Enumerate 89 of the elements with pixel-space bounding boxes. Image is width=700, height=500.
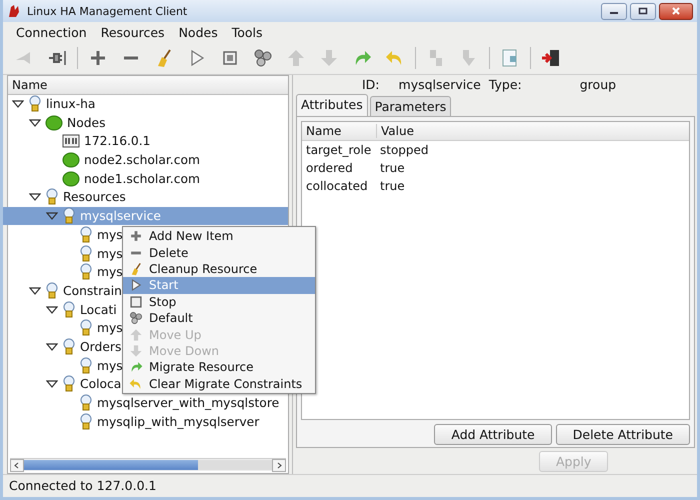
tree-item[interactable]: Locati [80,302,117,317]
tree-item[interactable]: node2.scholar.com [84,153,200,168]
table-cell-text: true [379,161,405,175]
plus-icon [129,229,143,244]
menu-item[interactable]: Default [123,310,315,326]
menu-item[interactable]: Add New Item [123,228,315,244]
window-title: Linux HA Management Client [27,4,188,18]
table-cell-text: ordered [305,161,354,175]
expander-icon[interactable] [46,340,58,353]
expander-icon[interactable] [46,378,58,390]
tree-item[interactable]: mys [97,246,123,260]
lightbulb-icon [62,338,76,356]
expander-icon[interactable] [12,98,24,110]
tree-item[interactable]: Constrain [63,284,122,298]
app-logo-icon [7,4,21,18]
lightbulb-icon [79,412,93,431]
menu-item[interactable]: Cleanup Resource [123,260,315,278]
lightbulb-icon [45,282,59,300]
column-header[interactable]: Name [8,76,288,95]
horizontal-scrollbar[interactable] [10,458,286,471]
maximize-icon [638,7,648,15]
broom-icon [129,262,143,276]
attribute-button[interactable]: Delete Attribute [556,424,690,445]
column-header[interactable]: Value [376,124,414,138]
menu-item[interactable]: Connection [9,24,94,40]
tree-item[interactable]: mys [97,321,123,336]
table-cell-text: collocated [305,179,369,193]
close-icon [671,7,681,15]
tree-item[interactable]: mys [97,358,123,373]
column-header[interactable]: Name [302,124,376,138]
lightbulb-icon [79,356,93,375]
tab[interactable]: Parameters [370,96,452,116]
server-icon [62,133,80,150]
menu-item[interactable]: Clear Migrate Constraints [123,376,315,392]
minimize-button[interactable] [601,2,627,20]
tab[interactable]: Attributes [296,94,368,116]
menu-item[interactable]: Migrate Resource [123,359,315,376]
scroll-right-icon[interactable] [272,458,286,472]
type-value: group [580,76,616,92]
lightbulb-icon [62,375,76,394]
status-dot-icon [45,114,63,131]
menu-item[interactable]: Delete [123,244,315,261]
lightbulb-icon [62,207,76,226]
menu-item[interactable]: Nodes [172,24,225,40]
expander-icon[interactable] [29,191,41,204]
tree-item[interactable]: 172.16.0.1 [84,134,150,148]
status-dot-icon [62,170,80,187]
tree-item[interactable]: node1.scholar.com [84,172,200,186]
menu-item[interactable]: Stop [123,294,315,310]
menu-item[interactable]: Tools [224,24,270,40]
id-value: mysqlservice [398,76,481,92]
play-icon [129,278,143,292]
lightbulb-icon [79,394,93,412]
lightbulb-icon [62,300,76,319]
attribute-button[interactable]: Add Attribute [434,424,552,445]
scroll-left-icon[interactable] [10,458,24,472]
table-cell-text: stopped [379,143,429,157]
expander-icon[interactable] [46,304,58,316]
type-label: Type: [488,76,522,92]
up-icon [129,328,143,342]
tree-item[interactable]: Orders [80,340,122,354]
lightbulb-icon [79,226,93,244]
status-dot-icon [62,152,80,168]
status-bar: Connected to 127.0.0.1 [3,474,697,497]
close-button[interactable] [659,2,693,20]
tree-item[interactable]: mysqlip_with_mysqlserver [97,414,260,429]
id-label: ID: [362,76,380,92]
tree-item[interactable]: Coloca [80,377,122,392]
stop-icon [129,294,143,309]
maximize-button[interactable] [630,2,656,20]
table-cell-text: true [379,179,405,193]
tree-item[interactable]: Resources [63,190,126,204]
lightbulb-icon [45,188,59,206]
lightbulb-icon [79,319,93,338]
tree-item[interactable]: mys [97,228,123,242]
lightbulb-icon [79,244,93,262]
down-icon [129,344,143,358]
undo-icon [129,376,143,391]
expander-icon[interactable] [29,284,41,297]
expander-icon[interactable] [29,116,41,129]
tree-item[interactable]: mysqlserver_with_mysqlstore [97,396,280,410]
table-cell-text: target_role [305,143,372,157]
gears-icon [129,311,143,326]
tree-item[interactable]: linux-ha [46,97,96,111]
tree-item[interactable]: Nodes [67,116,106,130]
tree-item[interactable]: mys [97,265,123,280]
lightbulb-icon [79,263,93,282]
menu-item[interactable]: Resources [94,24,172,40]
lightbulb-icon [28,95,42,113]
